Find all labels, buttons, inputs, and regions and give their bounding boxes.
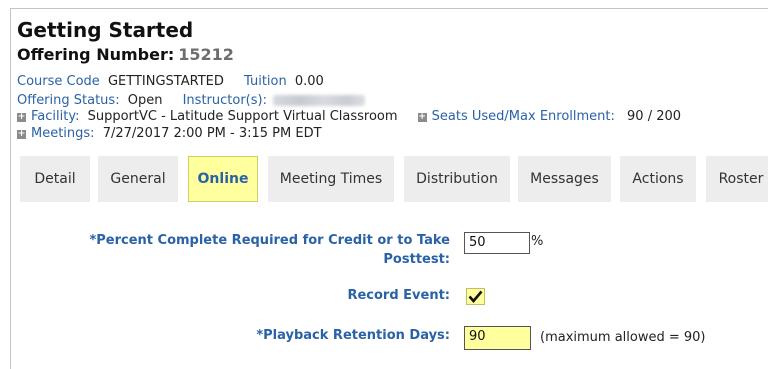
status-label: Offering Status:	[17, 93, 120, 108]
status-value: Open	[127, 93, 163, 108]
seats-expand-icon[interactable]: +	[417, 113, 427, 122]
tab-meeting-times[interactable]: Meeting Times	[268, 156, 394, 202]
meetings-label[interactable]: Meetings:	[31, 126, 95, 141]
percent-complete-label-line2: Posttest:	[383, 252, 450, 267]
percent-complete-label-line1: *Percent Complete Required for Credit or…	[89, 233, 450, 248]
playback-retention-input[interactable]: 90	[464, 326, 531, 350]
tuition-value: 0.00	[294, 74, 324, 89]
tab-actions[interactable]: Actions	[620, 156, 696, 202]
meetings-row: + Meetings: 7/27/2017 2:00 PM - 3:15 PM E…	[17, 126, 322, 141]
course-code-value: GETTINGSTARTED	[107, 74, 224, 89]
percent-complete-label: *Percent Complete Required for Credit or…	[60, 231, 450, 269]
seats-label[interactable]: Seats Used/Max Enrollment:	[432, 109, 615, 124]
playback-retention-label: *Playback Retention Days:	[256, 328, 450, 343]
tuition-label: Tuition	[244, 74, 287, 89]
meetings-expand-icon[interactable]: +	[17, 130, 26, 139]
offering-number-label: Offering Number:	[17, 45, 175, 64]
facility-label[interactable]: Facility:	[31, 109, 79, 124]
tab-distribution[interactable]: Distribution	[404, 156, 510, 202]
meetings-value: 7/27/2017 2:00 PM - 3:15 PM EDT	[102, 126, 322, 141]
facility-value: SupportVC - Latitude Support Virtual Cla…	[87, 109, 398, 124]
offering-number-row: Offering Number: 15212	[17, 45, 234, 64]
tab-online[interactable]: Online	[188, 156, 258, 202]
percent-unit: %	[531, 234, 544, 249]
tab-roster[interactable]: Roster	[706, 156, 768, 202]
record-event-checkbox[interactable]	[466, 288, 485, 305]
course-info-row: Course Code GETTINGSTARTED Tuition 0.00	[17, 74, 324, 89]
page-title: Getting Started	[17, 18, 194, 42]
facility-row: + Facility: SupportVC - Latitude Support …	[17, 109, 681, 124]
instructor-redacted	[272, 95, 365, 106]
status-row: Offering Status: Open Instructor(s):	[17, 93, 365, 108]
record-event-label: Record Event:	[347, 288, 450, 303]
checkmark-icon	[468, 290, 483, 303]
percent-complete-input[interactable]: 50	[464, 232, 530, 254]
seats-used: 90	[627, 109, 644, 124]
seats-separator: /	[647, 109, 653, 124]
facility-expand-icon[interactable]: +	[17, 113, 26, 122]
tab-general[interactable]: General	[98, 156, 178, 202]
instructor-label: Instructor(s):	[182, 93, 267, 108]
tab-detail[interactable]: Detail	[20, 156, 90, 202]
tab-messages[interactable]: Messages	[518, 156, 611, 202]
course-code-label: Course Code	[17, 74, 100, 89]
seats-max: 200	[656, 109, 682, 124]
retention-max-note: (maximum allowed = 90)	[540, 330, 706, 345]
offering-number-value: 15212	[178, 45, 234, 64]
